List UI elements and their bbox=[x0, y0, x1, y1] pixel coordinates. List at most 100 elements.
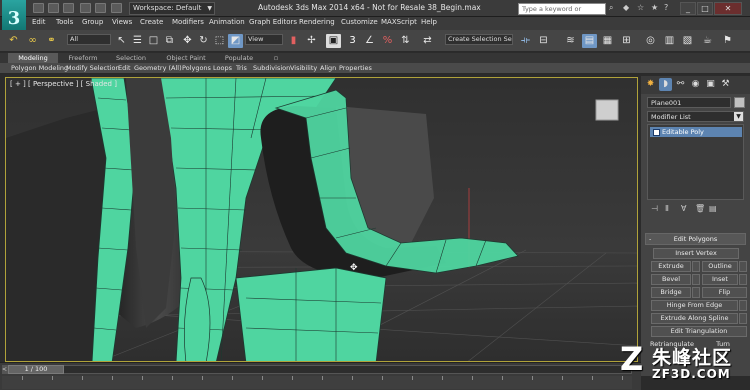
render-production-icon[interactable]: ☕ bbox=[700, 34, 715, 48]
stack-item-editable-poly[interactable]: Editable Poly bbox=[650, 127, 742, 137]
utilities-tab-icon[interactable]: ⚒ bbox=[719, 78, 732, 91]
unlink-icon[interactable]: ⚭ bbox=[44, 34, 59, 48]
inset-settings-icon[interactable] bbox=[739, 274, 747, 285]
material-editor-icon[interactable]: ◎ bbox=[643, 34, 658, 48]
hierarchy-tab-icon[interactable]: ⚯ bbox=[674, 78, 687, 91]
object-color-swatch[interactable] bbox=[734, 97, 745, 108]
menu-modifiers[interactable]: Modifiers bbox=[172, 18, 204, 26]
bridge-button[interactable]: Bridge bbox=[651, 287, 691, 298]
panel-loops[interactable]: Loops bbox=[213, 64, 232, 72]
edit-named-selection-icon[interactable]: ⇄ bbox=[420, 34, 435, 48]
percent-snap-icon[interactable]: % bbox=[380, 34, 395, 48]
select-by-name-icon[interactable]: ☰ bbox=[130, 34, 145, 48]
panel-subdivision[interactable]: Subdivision bbox=[253, 64, 290, 72]
spinner-snap-icon[interactable]: ⇅ bbox=[398, 34, 413, 48]
hinge-from-edge-button[interactable]: Hinge From Edge bbox=[651, 300, 738, 311]
hinge-settings-icon[interactable] bbox=[739, 300, 747, 311]
menu-group[interactable]: Group bbox=[82, 18, 103, 26]
close-button[interactable]: ✕ bbox=[714, 2, 742, 15]
flip-button[interactable]: Flip bbox=[702, 287, 747, 298]
select-manipulate-icon[interactable]: ✢ bbox=[304, 34, 319, 48]
perspective-viewport[interactable]: ✥ [ + ] [ Perspective ] [ Shaded ] bbox=[5, 77, 638, 362]
panel-polygons[interactable]: Polygons bbox=[182, 64, 211, 72]
undo-icon[interactable] bbox=[80, 3, 91, 13]
tab-selection[interactable]: Selection bbox=[108, 53, 154, 63]
keyboard-shortcut-override-icon[interactable]: ▣ bbox=[326, 34, 341, 48]
menu-animation[interactable]: Animation bbox=[209, 18, 245, 26]
angle-snap-icon[interactable]: ∠ bbox=[362, 34, 377, 48]
subscription-icon[interactable]: ◆ bbox=[623, 3, 629, 12]
menu-help[interactable]: Help bbox=[421, 18, 437, 26]
menu-edit[interactable]: Edit bbox=[32, 18, 46, 26]
tab-object-paint[interactable]: Object Paint bbox=[160, 53, 212, 63]
render-setup-icon[interactable]: ▥ bbox=[662, 34, 677, 48]
panel-geometry-all[interactable]: Geometry (All) bbox=[134, 64, 182, 72]
menu-rendering[interactable]: Rendering bbox=[299, 18, 335, 26]
extrude-spline-settings-icon[interactable] bbox=[739, 313, 747, 324]
time-slider-track[interactable]: < 1 / 100 bbox=[2, 365, 632, 374]
panel-modify-selection[interactable]: Modify Selection bbox=[66, 64, 120, 72]
schematic-view-icon[interactable]: ⊞ bbox=[619, 34, 634, 48]
layer-manager-icon[interactable]: ≋ bbox=[563, 34, 578, 48]
panel-tris[interactable]: Tris bbox=[236, 64, 247, 72]
favorites-icon[interactable]: ★ bbox=[651, 3, 658, 12]
rectangular-selection-icon[interactable]: □ bbox=[146, 34, 161, 48]
menu-graph-editors[interactable]: Graph Editors bbox=[249, 18, 297, 26]
viewport-scene[interactable]: ✥ bbox=[6, 78, 638, 362]
make-unique-icon[interactable]: ∀ bbox=[681, 204, 686, 213]
bevel-settings-icon[interactable] bbox=[692, 274, 700, 285]
remove-modifier-icon[interactable]: 🗑 bbox=[695, 204, 705, 213]
edit-triangulation-button[interactable]: Edit Triangulation bbox=[651, 326, 747, 337]
menu-maxscript[interactable]: MAXScript bbox=[381, 18, 417, 26]
pin-stack-icon[interactable]: ⊣ bbox=[651, 204, 658, 213]
extrude-settings-icon[interactable] bbox=[692, 261, 700, 272]
redo-icon[interactable] bbox=[95, 3, 106, 13]
rendered-frame-window-icon[interactable]: ▧ bbox=[680, 34, 695, 48]
display-tab-icon[interactable]: ▣ bbox=[704, 78, 717, 91]
graphite-modeling-tools-icon[interactable]: ▤ bbox=[582, 34, 597, 48]
ribbon-minimize-icon[interactable]: ▫ bbox=[270, 53, 282, 63]
align-icon[interactable]: ⊟ bbox=[536, 34, 551, 48]
create-tab-icon[interactable]: ✸ bbox=[644, 78, 657, 91]
open-file-icon[interactable] bbox=[48, 3, 59, 13]
select-move-icon[interactable]: ✥ bbox=[180, 34, 195, 48]
pivot-center-icon[interactable]: ▮ bbox=[286, 34, 301, 48]
help-icon[interactable]: ? bbox=[664, 3, 668, 12]
bridge-settings-icon[interactable] bbox=[692, 287, 700, 298]
panel-polygon-modeling[interactable]: Polygon Modeling bbox=[11, 64, 68, 72]
placement-icon[interactable]: ◩ bbox=[228, 34, 243, 48]
undo-tool-icon[interactable]: ↶ bbox=[6, 34, 21, 48]
panel-properties[interactable]: Properties bbox=[339, 64, 372, 72]
select-object-icon[interactable]: ↖ bbox=[114, 34, 129, 48]
tab-modeling[interactable]: Modeling bbox=[8, 53, 58, 63]
mirror-icon[interactable]: ⟛ bbox=[518, 34, 533, 48]
new-file-icon[interactable] bbox=[33, 3, 44, 13]
outline-settings-icon[interactable] bbox=[739, 261, 747, 272]
render-iterative-icon[interactable]: ⚑ bbox=[720, 34, 735, 48]
search-icon[interactable]: ⌕ bbox=[609, 3, 613, 13]
tab-freeform[interactable]: Freeform bbox=[60, 53, 106, 63]
show-end-result-icon[interactable]: Ⅱ bbox=[665, 204, 669, 213]
configure-sets-icon[interactable]: ▤ bbox=[709, 204, 717, 213]
bevel-button[interactable]: Bevel bbox=[651, 274, 691, 285]
snaps-toggle-icon[interactable]: 3 bbox=[345, 34, 360, 48]
search-input[interactable]: Type a keyword or phrase bbox=[518, 3, 606, 24]
motion-tab-icon[interactable]: ◉ bbox=[689, 78, 702, 91]
save-file-icon[interactable] bbox=[63, 3, 74, 13]
select-scale-icon[interactable]: ⬚ bbox=[212, 34, 227, 48]
inset-button[interactable]: Inset bbox=[702, 274, 738, 285]
selection-filter-dropdown[interactable]: All bbox=[67, 34, 111, 45]
panel-edit[interactable]: Edit bbox=[118, 64, 131, 72]
modify-tab-icon[interactable]: ◗ bbox=[659, 78, 672, 91]
select-rotate-icon[interactable]: ↻ bbox=[196, 34, 211, 48]
menu-tools[interactable]: Tools bbox=[56, 18, 73, 26]
outline-button[interactable]: Outline bbox=[702, 261, 738, 272]
tab-populate[interactable]: Populate bbox=[216, 53, 262, 63]
extrude-along-spline-button[interactable]: Extrude Along Spline bbox=[651, 313, 738, 324]
minimize-button[interactable]: _ bbox=[680, 2, 696, 15]
panel-align[interactable]: Align bbox=[320, 64, 336, 72]
rollout-edit-polygons[interactable]: - Edit Polygons bbox=[645, 233, 746, 245]
panel-visibility[interactable]: Visibility bbox=[290, 64, 317, 72]
curve-editor-icon[interactable]: ▦ bbox=[600, 34, 615, 48]
menu-customize[interactable]: Customize bbox=[341, 18, 378, 26]
